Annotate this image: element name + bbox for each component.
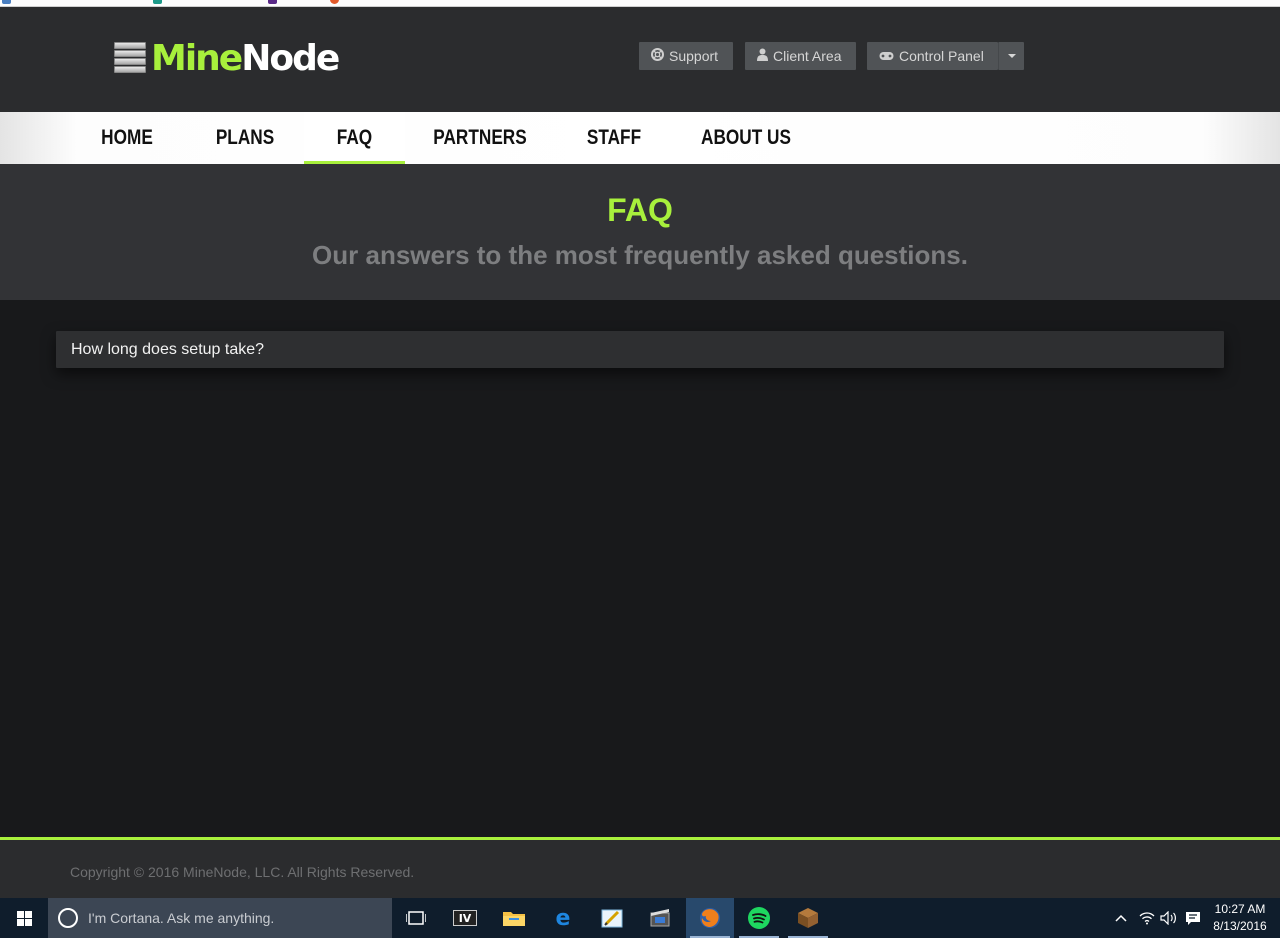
windows-logo-icon bbox=[16, 910, 32, 926]
nav-item-partners[interactable]: PARTNERS bbox=[433, 112, 526, 164]
action-center-icon[interactable] bbox=[1183, 898, 1203, 938]
gamepad-icon bbox=[879, 49, 894, 64]
firefox-icon[interactable] bbox=[686, 898, 734, 938]
windows-taskbar: I'm Cortana. Ask me anything. IV e 10:27… bbox=[0, 898, 1280, 938]
bookmark-icon[interactable] bbox=[153, 0, 165, 4]
caret-down-icon bbox=[1007, 54, 1016, 58]
control-panel-dropdown-toggle[interactable] bbox=[998, 42, 1024, 70]
svg-text:IV: IV bbox=[459, 912, 472, 925]
nav-item-about-us[interactable]: ABOUT US bbox=[698, 112, 793, 164]
video-editor-icon[interactable] bbox=[637, 898, 685, 938]
faq-question[interactable]: How long does setup take? bbox=[56, 331, 1224, 368]
file-explorer-icon[interactable] bbox=[490, 898, 538, 938]
site-header: MineNode Support Client Area Control Pan… bbox=[0, 7, 1280, 112]
site-footer: Copyright © 2016 MineNode, LLC. All Righ… bbox=[0, 837, 1280, 898]
logo-text-mine: Mine bbox=[151, 38, 243, 79]
svg-text:e: e bbox=[556, 907, 571, 929]
lifebuoy-icon bbox=[651, 48, 664, 64]
minecraft-icon[interactable] bbox=[784, 898, 832, 938]
copyright-text: Copyright © 2016 MineNode, LLC. All Righ… bbox=[70, 864, 415, 880]
control-panel-button[interactable]: Control Panel bbox=[867, 42, 998, 70]
page-title: FAQ bbox=[607, 192, 673, 228]
cortana-search-box[interactable]: I'm Cortana. Ask me anything. bbox=[48, 898, 392, 938]
nav-item-faq[interactable]: FAQ bbox=[313, 112, 396, 164]
nav-item-home[interactable]: HOME bbox=[93, 112, 160, 164]
nav-item-staff[interactable]: STAFF bbox=[576, 112, 651, 164]
spotify-icon[interactable] bbox=[735, 898, 783, 938]
support-button[interactable]: Support bbox=[639, 42, 733, 70]
task-view-icon[interactable] bbox=[392, 898, 440, 938]
start-button[interactable] bbox=[0, 898, 48, 938]
clock-time: 10:27 AM bbox=[1214, 902, 1266, 916]
site-logo[interactable]: MineNode bbox=[112, 38, 340, 79]
show-hidden-icons-chevron-icon[interactable] bbox=[1113, 898, 1129, 938]
bookmark-icon[interactable] bbox=[330, 0, 342, 4]
client-area-button[interactable]: Client Area bbox=[745, 42, 856, 70]
client-area-label: Client Area bbox=[773, 48, 842, 64]
bookmark-icon[interactable] bbox=[268, 0, 280, 4]
taskbar-clock[interactable]: 10:27 AM 8/13/2016 bbox=[1208, 901, 1272, 935]
page-hero: FAQ Our answers to the most frequently a… bbox=[0, 164, 1280, 300]
logo-text-node: Node bbox=[241, 38, 340, 79]
support-label: Support bbox=[669, 48, 719, 64]
page-subtitle: Our answers to the most frequently asked… bbox=[312, 240, 968, 270]
cortana-search-placeholder: I'm Cortana. Ask me anything. bbox=[88, 910, 275, 926]
nav-item-plans[interactable]: PLANS bbox=[207, 112, 282, 164]
server-stack-icon bbox=[112, 40, 148, 78]
bookmark-icon[interactable] bbox=[2, 0, 14, 4]
iv-app-icon[interactable]: IV bbox=[441, 898, 489, 938]
user-icon bbox=[757, 48, 768, 64]
clock-date: 8/13/2016 bbox=[1213, 919, 1267, 933]
cortana-icon bbox=[58, 908, 78, 928]
control-panel-label: Control Panel bbox=[899, 48, 984, 64]
bookmarks-bar bbox=[0, 0, 1280, 7]
wifi-icon[interactable] bbox=[1137, 898, 1157, 938]
volume-icon[interactable] bbox=[1159, 898, 1179, 938]
edge-icon[interactable]: e bbox=[539, 898, 587, 938]
paint-icon[interactable] bbox=[588, 898, 636, 938]
